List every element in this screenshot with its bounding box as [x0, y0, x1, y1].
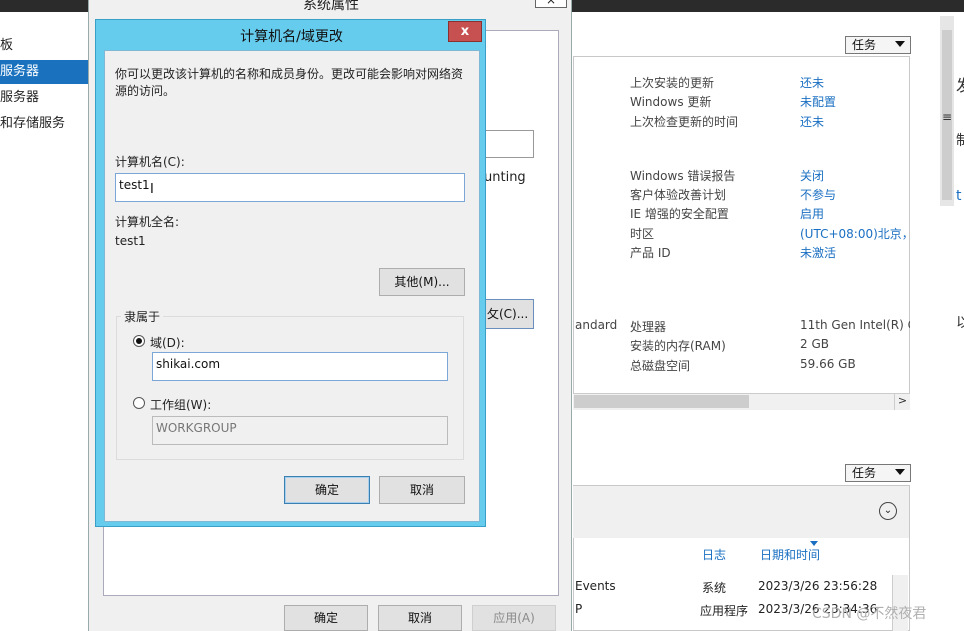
- nav-item-local-server[interactable]: 服务器: [0, 60, 88, 84]
- prop-value-timezone[interactable]: (UTC+08:00)北京，: [800, 225, 910, 242]
- more-button[interactable]: 其他(M)...: [379, 268, 465, 296]
- change-button[interactable]: 攵(C)...: [484, 299, 534, 329]
- prop-label-processor: 处理器: [630, 320, 667, 334]
- dialog-ok-button[interactable]: 确定: [284, 476, 370, 504]
- dialog-intro-text: 你可以更改该计算机的名称和成员身份。更改可能会影响对网络资源的访问。: [115, 67, 464, 98]
- nav-item-dashboard[interactable]: 板: [0, 34, 88, 58]
- prop-value-product-id[interactable]: 未激活: [800, 244, 910, 261]
- event-row-1-time: 2023/3/26 23:56:28: [758, 579, 878, 593]
- column-header-log[interactable]: 日志: [702, 546, 726, 563]
- full-name-label: 计算机全名:: [115, 215, 180, 229]
- prop-label-ram: 安装的内存(RAM): [630, 339, 726, 353]
- event-row-1-name: Events: [575, 579, 616, 593]
- sysprops-apply-button[interactable]: 应用(A): [472, 605, 556, 631]
- member-of-label: 隶属于: [121, 308, 164, 325]
- chevron-down-icon: [895, 41, 905, 47]
- event-row-2-log: 应用程序: [700, 604, 749, 618]
- close-icon[interactable]: ×: [535, 0, 567, 8]
- side-glyph-2: 制: [956, 133, 964, 149]
- example-text: unting: [484, 170, 526, 185]
- nav-item-all-servers[interactable]: 服务器: [0, 86, 88, 110]
- prop-label-timezone: 时区: [630, 227, 655, 241]
- expand-circle-icon[interactable]: ⌄: [879, 502, 897, 520]
- sort-desc-icon: [810, 541, 818, 546]
- prop-value-last-check[interactable]: 还未: [800, 113, 910, 130]
- workgroup-label: 工作组(W):: [150, 398, 212, 412]
- side-glyph-1: 发: [956, 72, 964, 96]
- dialog-cancel-button[interactable]: 取消: [379, 476, 465, 504]
- prop-label-last-installed: 上次安装的更新: [630, 76, 715, 90]
- prop-label-last-check: 上次检查更新的时间: [630, 115, 739, 129]
- tasks-dropdown-properties[interactable]: 任务: [845, 36, 911, 54]
- text-cursor-icon: I: [150, 182, 154, 197]
- edition-text: andard: [575, 318, 618, 332]
- prop-value-ie-esc[interactable]: 启用: [800, 205, 910, 222]
- prop-label-ceip: 客户体验改善计划: [630, 188, 727, 202]
- column-header-datetime[interactable]: 日期和时间: [760, 546, 820, 563]
- prop-label-product-id: 产品 ID: [630, 246, 671, 260]
- window-title: 系统属性: [303, 0, 359, 13]
- chevron-right-icon[interactable]: >: [894, 393, 910, 410]
- prop-value-windows-update[interactable]: 未配置: [800, 93, 910, 110]
- left-navigation: 板 服务器 服务器 和存储服务: [0, 12, 88, 631]
- events-filter-area: [573, 486, 909, 538]
- prop-value-processor: 11th Gen Intel(R) C: [800, 318, 910, 332]
- computer-name-label: 计算机名(C):: [115, 155, 185, 169]
- domain-input[interactable]: shikai.com: [152, 352, 448, 381]
- menu-icon[interactable]: ≡: [942, 110, 952, 124]
- tasks-label: 任务: [852, 466, 877, 480]
- prop-value-disk: 59.66 GB: [800, 357, 856, 371]
- properties-hscroll-thumb[interactable]: [574, 395, 749, 408]
- prop-label-windows-update: Windows 更新: [630, 95, 712, 109]
- full-name-value: test1: [115, 234, 146, 248]
- side-glyph-3: t: [956, 188, 962, 204]
- side-glyph-4: 以: [956, 315, 964, 331]
- prop-value-error-reporting[interactable]: 关闭: [800, 167, 910, 184]
- domain-radio[interactable]: [133, 335, 145, 347]
- tasks-label: 任务: [852, 38, 877, 52]
- prop-label-ie-esc: IE 增强的安全配置: [630, 207, 729, 221]
- domain-label: 域(D):: [150, 336, 185, 350]
- event-row-2-name: P: [575, 602, 583, 616]
- sysprops-ok-button[interactable]: 确定: [284, 605, 368, 631]
- prop-value-ceip[interactable]: 不参与: [800, 186, 910, 203]
- prop-value-ram: 2 GB: [800, 337, 829, 351]
- tasks-dropdown-events[interactable]: 任务: [845, 464, 911, 482]
- prop-value-last-installed[interactable]: 还未: [800, 74, 910, 91]
- sysprops-cancel-button[interactable]: 取消: [378, 605, 462, 631]
- chevron-down-icon: [895, 469, 905, 475]
- dialog-title: 计算机名/域更改: [240, 29, 343, 45]
- workgroup-input[interactable]: WORKGROUP: [152, 416, 448, 445]
- event-row-1-log: 系统: [702, 581, 727, 595]
- close-icon[interactable]: x: [448, 21, 482, 42]
- workgroup-radio[interactable]: [133, 397, 145, 409]
- computer-name-input[interactable]: test1: [115, 173, 465, 202]
- prop-label-error-reporting: Windows 错误报告: [630, 169, 736, 183]
- prop-label-disk: 总磁盘空间: [630, 359, 691, 373]
- watermark: CSDN @不然夜君: [812, 606, 927, 622]
- nav-item-file-storage[interactable]: 和存储服务: [0, 112, 88, 136]
